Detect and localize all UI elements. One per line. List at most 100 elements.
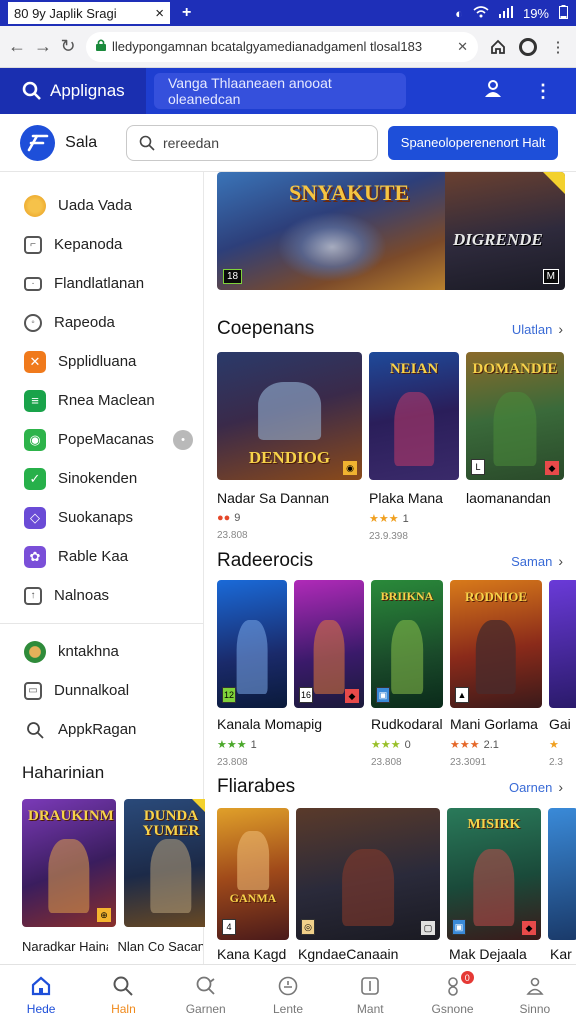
game-card[interactable]: 16 ◆ (294, 580, 364, 708)
sidebar-item-search[interactable]: AppkRagan (0, 710, 203, 749)
game-name[interactable]: Mani Gorlama (450, 716, 542, 732)
sidebar-item-downloads[interactable]: ▭ Dunnalkoal (0, 671, 203, 710)
reload-icon[interactable]: ↻ (60, 36, 76, 57)
forward-icon[interactable]: → (34, 36, 52, 57)
tabs-icon[interactable] (518, 37, 538, 57)
game-card[interactable]: MISIRK ▣ ◆ (447, 808, 541, 940)
nav-label: Haln (111, 1001, 136, 1016)
game-name[interactable]: Kar (550, 946, 576, 962)
nav-home[interactable]: Hede (0, 965, 82, 1024)
banner-art-right: DIGRENDE M (445, 172, 565, 290)
game-card[interactable] (548, 808, 576, 940)
game-card[interactable]: DENDIOG ◉ (217, 352, 362, 480)
game-name[interactable]: Gai (549, 716, 576, 732)
game-card[interactable]: ◎ ▢ (296, 808, 440, 940)
see-more-link[interactable]: Ulatlan (512, 322, 552, 337)
sidebar-game-card[interactable]: DRAUKINM ⊕ (22, 799, 116, 927)
search-placeholder: rereedan (162, 134, 219, 151)
site-logo[interactable] (20, 124, 56, 161)
sidebar-item-0[interactable]: Uada Vada (0, 186, 203, 225)
game-name[interactable]: Nadar Sa Dannan (217, 490, 362, 506)
nav-library[interactable]: Lente (247, 965, 329, 1024)
sidebar-item-6[interactable]: ◉ PopeMacanas • (0, 420, 203, 459)
back-icon[interactable]: ← (8, 36, 26, 57)
header-search-pill[interactable]: Vanga Thlaaneaen anooat oleanedcan (154, 73, 406, 109)
sidebar-item-8[interactable]: ◇ Suokanaps (0, 498, 203, 537)
sidebar-item-profile[interactable]: kntakhna (0, 632, 203, 671)
game-name[interactable]: Rudkodarala (371, 716, 443, 732)
sidebar: Uada Vada ⌐ Kepanoda · Flandlatlanan ◦ R… (0, 172, 218, 964)
nav-chat[interactable]: Mant (329, 965, 411, 1024)
game-name[interactable]: laomanandan (466, 490, 564, 506)
rating-stars: ★★★ 1 (217, 739, 257, 751)
new-tab-button[interactable]: + (182, 4, 191, 22)
sidebar-item-4[interactable]: ✕ Spplidluana (0, 342, 203, 381)
game-name[interactable]: Mak Dejaala (449, 946, 543, 962)
rating-stars: ★★★ 2.1 (450, 739, 499, 751)
see-more-link[interactable]: Oarnen (509, 780, 552, 795)
game-info: Gai ★ 2.3 (549, 716, 576, 768)
age-rating-badge: 4 (222, 919, 236, 935)
nav-search[interactable]: Haln (82, 965, 164, 1024)
search-input[interactable]: rereedan (125, 124, 379, 161)
age-rating: 18 (223, 269, 243, 284)
game-card[interactable]: 12 (217, 580, 287, 708)
chevron-right-icon[interactable]: › (558, 779, 563, 795)
sidebar-item-7[interactable]: ✓ Sinokenden (0, 459, 203, 498)
sidebar-item-2[interactable]: · Flandlatlanan (0, 264, 203, 303)
sidebar-item-5[interactable]: ≡ Rnea Maclean (0, 381, 203, 420)
age-rating-badge: L (471, 459, 485, 475)
cta-button[interactable]: Spaneoloperenenort Halt (388, 125, 558, 160)
sidebar-item-3[interactable]: ◦ Rapeoda (0, 303, 203, 342)
search-icon (24, 719, 46, 741)
game-info: Nadar Sa Dannan ●● 9 23.808 (217, 490, 362, 542)
game-card[interactable]: NEIAN (369, 352, 459, 480)
game-card[interactable]: GANMA 4 (217, 808, 289, 940)
download-count: 23.9.398 (369, 531, 408, 542)
game-card[interactable]: DOMANDIE L ◆ (466, 352, 564, 480)
sidebar-item-10[interactable]: ↑ Nalnoas (0, 576, 203, 615)
game-card[interactable]: BRIIKNA ▣ (371, 580, 443, 708)
app-header: Applignas Vanga Thlaaneaen anooat oleane… (0, 68, 576, 114)
nav-people[interactable]: Sinno (494, 965, 576, 1024)
close-icon[interactable]: × (155, 5, 164, 22)
game-card[interactable] (549, 580, 576, 708)
home-icon[interactable] (488, 37, 508, 57)
browser-tab[interactable]: 80 9y Japlik Sragi × (8, 2, 170, 24)
nav-label: Garnen (185, 1001, 226, 1016)
see-more-link[interactable]: Saman (511, 554, 552, 569)
clear-url-icon[interactable]: ✕ (457, 39, 468, 55)
nav-social[interactable]: 0 Gsnone (411, 965, 493, 1024)
game-name[interactable]: Kana Kagd (217, 946, 291, 962)
shape-icon: ◇ (24, 506, 46, 529)
game-card[interactable]: RODNIOE ▲ (450, 580, 542, 708)
info-badge[interactable]: • (173, 429, 193, 450)
sidebar-item-label: AppkRagan (58, 721, 137, 738)
game-name[interactable]: Plaka Mana (369, 490, 459, 506)
game-name[interactable]: KgndaeCanaain (298, 946, 442, 962)
check-icon: ✓ (24, 467, 46, 490)
search-icon (139, 135, 155, 151)
sidebar-item-1[interactable]: ⌐ Kepanoda (0, 225, 203, 264)
address-bar[interactable]: lledypongamnan bcatalgyamedianadgamenl t… (86, 31, 478, 62)
game-name[interactable]: Kanala Momapig (217, 716, 364, 732)
sidebar-item-label: Rable Kaa (58, 548, 129, 565)
menu-icon[interactable]: ⋮ (548, 37, 568, 57)
leaf-icon: ◉ (24, 428, 46, 451)
nav-explore[interactable]: Garnen (165, 965, 247, 1024)
lock-icon (96, 39, 106, 54)
sidebar-item-9[interactable]: ✿ Rable Kaa (0, 537, 203, 576)
account-icon[interactable] (482, 79, 504, 104)
more-options-icon[interactable]: ⋮ (534, 81, 552, 102)
brand-button[interactable]: Applignas (0, 68, 146, 114)
chevron-right-icon[interactable]: › (558, 321, 563, 337)
publisher-badge: ◆ (522, 921, 536, 935)
featured-banner[interactable]: SNYAKUTE 18 DIGRENDE M (217, 172, 565, 290)
age-rating-badge: 16 (299, 687, 313, 703)
sidebar-game-card[interactable]: DUNDA YUMER (124, 799, 218, 927)
section-title: Fliarabes (217, 776, 296, 797)
chevron-right-icon[interactable]: › (558, 553, 563, 569)
game-info: Kana Kagd (217, 946, 291, 962)
section-header: Radeerocis Saman › (217, 550, 563, 572)
card-art-title: DRAUKINM (28, 808, 114, 824)
